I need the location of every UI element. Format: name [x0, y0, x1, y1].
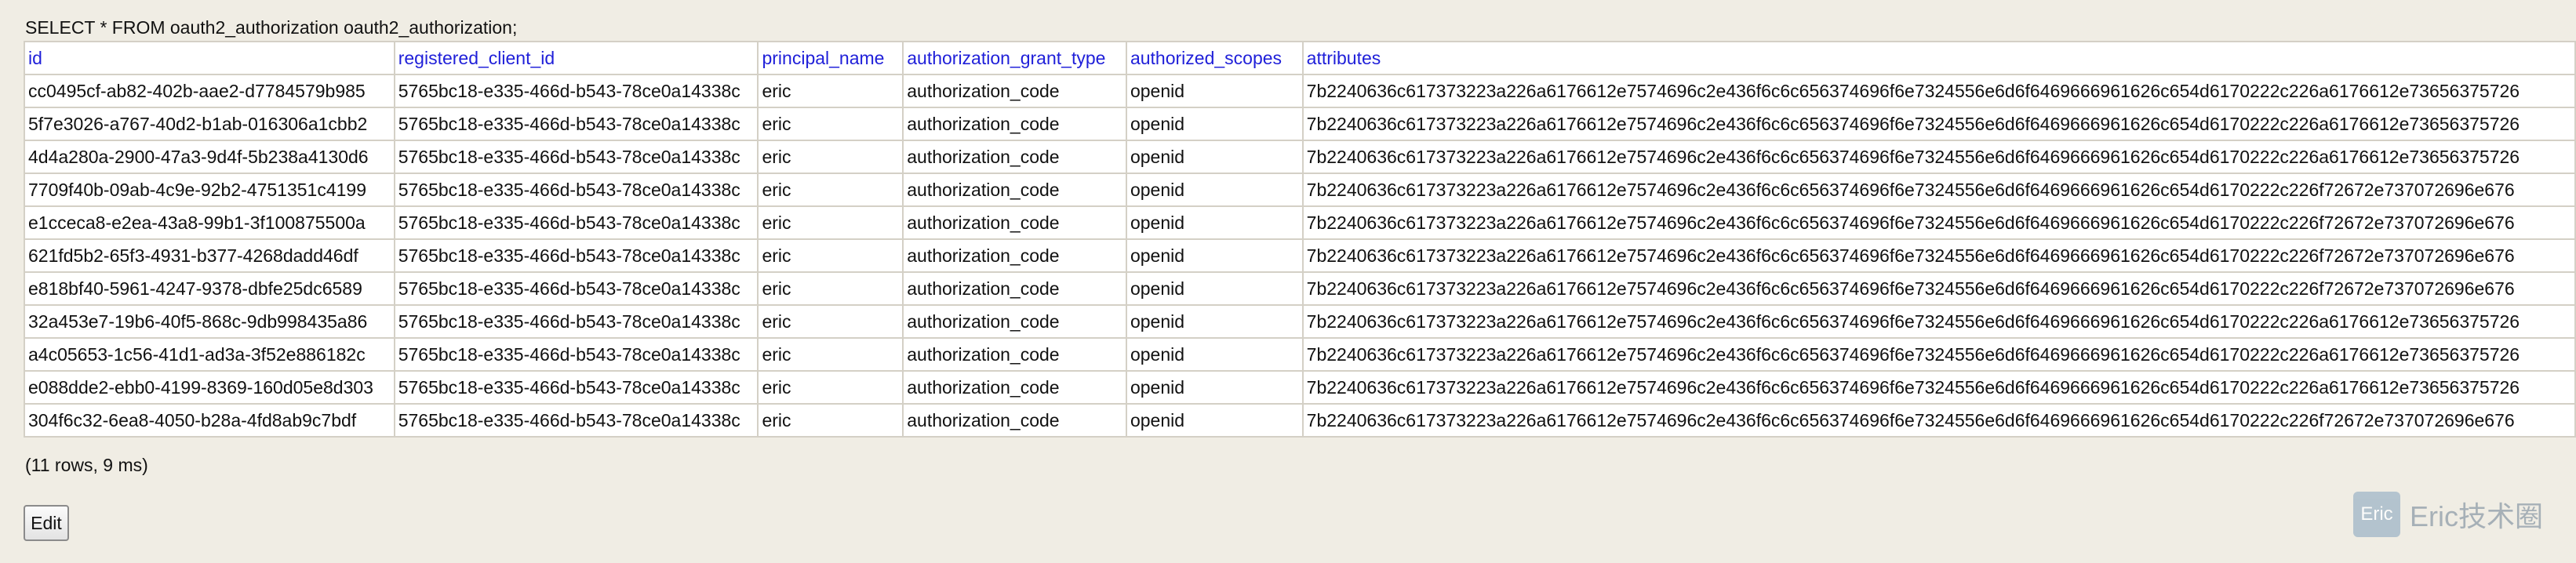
- cell-principal-name: eric: [757, 74, 904, 108]
- cell-authorization-grant-type: authorization_code: [902, 271, 1127, 306]
- table-row: e088dde2-ebb0-4199-8369-160d05e8d303 5765…: [24, 370, 2576, 405]
- cell-id: 7709f40b-09ab-4c9e-92b2-4751351c4199: [24, 173, 395, 207]
- cell-registered-client-id: 5765bc18-e335-466d-b543-78ce0a14338c: [393, 403, 759, 438]
- cell-authorization-grant-type: authorization_code: [902, 370, 1127, 405]
- cell-principal-name: eric: [757, 140, 904, 174]
- cell-registered-client-id: 5765bc18-e335-466d-b543-78ce0a14338c: [393, 173, 759, 207]
- cell-attributes: 7b2240636c617373223a226a6176612e7574696c…: [1301, 74, 2576, 108]
- table-row: 7709f40b-09ab-4c9e-92b2-4751351c4199 5765…: [24, 173, 2576, 207]
- cell-authorized-scopes: openid: [1125, 74, 1304, 108]
- column-header-principal-name[interactable]: principal_name: [757, 41, 904, 75]
- table-row: 32a453e7-19b6-40f5-868c-9db998435a86 5765…: [24, 304, 2576, 339]
- cell-principal-name: eric: [757, 107, 904, 141]
- cell-principal-name: eric: [757, 337, 904, 372]
- cell-principal-name: eric: [757, 304, 904, 339]
- cell-authorized-scopes: openid: [1125, 205, 1304, 240]
- cell-authorization-grant-type: authorization_code: [902, 107, 1127, 141]
- cell-authorization-grant-type: authorization_code: [902, 74, 1127, 108]
- cell-attributes: 7b2240636c617373223a226a6176612e7574696c…: [1301, 238, 2576, 273]
- column-header-attributes[interactable]: attributes: [1301, 41, 2576, 75]
- cell-attributes: 7b2240636c617373223a226a6176612e7574696c…: [1301, 271, 2576, 306]
- column-header-id[interactable]: id: [24, 41, 395, 75]
- cell-authorization-grant-type: authorization_code: [902, 173, 1127, 207]
- cell-authorized-scopes: openid: [1125, 140, 1304, 174]
- cell-registered-client-id: 5765bc18-e335-466d-b543-78ce0a14338c: [393, 271, 759, 306]
- cell-authorized-scopes: openid: [1125, 337, 1304, 372]
- cell-attributes: 7b2240636c617373223a226a6176612e7574696c…: [1301, 403, 2576, 438]
- cell-attributes: 7b2240636c617373223a226a6176612e7574696c…: [1301, 173, 2576, 207]
- cell-attributes: 7b2240636c617373223a226a6176612e7574696c…: [1301, 205, 2576, 240]
- cell-id: a4c05653-1c56-41d1-ad3a-3f52e886182c: [24, 337, 395, 372]
- cell-principal-name: eric: [757, 370, 904, 405]
- table-row: e1cceca8-e2ea-43a8-99b1-3f100875500a 5765…: [24, 205, 2576, 240]
- cell-id: cc0495cf-ab82-402b-aae2-d7784579b985: [24, 74, 395, 108]
- cell-id: 32a453e7-19b6-40f5-868c-9db998435a86: [24, 304, 395, 339]
- watermark: Eric Eric技术圈: [2353, 489, 2543, 539]
- table-row: cc0495cf-ab82-402b-aae2-d7784579b985 5765…: [24, 74, 2576, 108]
- cell-authorized-scopes: openid: [1125, 238, 1304, 273]
- table-header-row: id registered_client_id principal_name auth…: [24, 41, 2576, 75]
- cell-registered-client-id: 5765bc18-e335-466d-b543-78ce0a14338c: [393, 205, 759, 240]
- cell-id: 621fd5b2-65f3-4931-b377-4268dadd46df: [24, 238, 395, 273]
- table-row: 4d4a280a-2900-47a3-9d4f-5b238a4130d6 5765…: [24, 140, 2576, 174]
- table-row: 304f6c32-6ea8-4050-b28a-4fd8ab9c7bdf 5765…: [24, 403, 2576, 438]
- result-table: id registered_client_id principal_name auth…: [24, 41, 2576, 438]
- cell-authorization-grant-type: authorization_code: [902, 205, 1127, 240]
- cell-authorization-grant-type: authorization_code: [902, 304, 1127, 339]
- cell-authorized-scopes: openid: [1125, 403, 1304, 438]
- cell-attributes: 7b2240636c617373223a226a6176612e7574696c…: [1301, 140, 2576, 174]
- column-header-registered-client-id[interactable]: registered_client_id: [393, 41, 759, 75]
- cell-attributes: 7b2240636c617373223a226a6176612e7574696c…: [1301, 370, 2576, 405]
- cell-attributes: 7b2240636c617373223a226a6176612e7574696c…: [1301, 337, 2576, 372]
- cell-authorization-grant-type: authorization_code: [902, 238, 1127, 273]
- watermark-text: Eric技术圈: [2410, 500, 2543, 532]
- cell-principal-name: eric: [757, 173, 904, 207]
- cell-registered-client-id: 5765bc18-e335-466d-b543-78ce0a14338c: [393, 74, 759, 108]
- sql-query-text: SELECT * FROM oauth2_authorization oauth…: [25, 17, 518, 38]
- cell-registered-client-id: 5765bc18-e335-466d-b543-78ce0a14338c: [393, 370, 759, 405]
- cell-principal-name: eric: [757, 238, 904, 273]
- cell-registered-client-id: 5765bc18-e335-466d-b543-78ce0a14338c: [393, 304, 759, 339]
- column-header-authorization-grant-type[interactable]: authorization_grant_type: [902, 41, 1127, 75]
- cell-authorization-grant-type: authorization_code: [902, 337, 1127, 372]
- column-header-authorized-scopes[interactable]: authorized_scopes: [1125, 41, 1304, 75]
- cell-id: 4d4a280a-2900-47a3-9d4f-5b238a4130d6: [24, 140, 395, 174]
- cell-authorized-scopes: openid: [1125, 370, 1304, 405]
- table-row: 5f7e3026-a767-40d2-b1ab-016306a1cbb2 5765…: [24, 107, 2576, 141]
- cell-attributes: 7b2240636c617373223a226a6176612e7574696c…: [1301, 107, 2576, 141]
- result-grid: id registered_client_id principal_name auth…: [24, 41, 2576, 438]
- cell-registered-client-id: 5765bc18-e335-466d-b543-78ce0a14338c: [393, 107, 759, 141]
- cell-registered-client-id: 5765bc18-e335-466d-b543-78ce0a14338c: [393, 337, 759, 372]
- watermark-logo: Eric: [2353, 492, 2400, 537]
- cell-attributes: 7b2240636c617373223a226a6176612e7574696c…: [1301, 304, 2576, 339]
- cell-authorization-grant-type: authorization_code: [902, 403, 1127, 438]
- cell-principal-name: eric: [757, 403, 904, 438]
- cell-authorization-grant-type: authorization_code: [902, 140, 1127, 174]
- cell-authorized-scopes: openid: [1125, 107, 1304, 141]
- cell-registered-client-id: 5765bc18-e335-466d-b543-78ce0a14338c: [393, 140, 759, 174]
- cell-authorized-scopes: openid: [1125, 271, 1304, 306]
- cell-id: e818bf40-5961-4247-9378-dbfe25dc6589: [24, 271, 395, 306]
- table-row: e818bf40-5961-4247-9378-dbfe25dc6589 5765…: [24, 271, 2576, 306]
- table-body: cc0495cf-ab82-402b-aae2-d7784579b985 5765…: [24, 74, 2576, 438]
- table-row: a4c05653-1c56-41d1-ad3a-3f52e886182c 5765…: [24, 337, 2576, 372]
- row-count-status: (11 rows, 9 ms): [25, 455, 148, 475]
- cell-id: 5f7e3026-a767-40d2-b1ab-016306a1cbb2: [24, 107, 395, 141]
- cell-registered-client-id: 5765bc18-e335-466d-b543-78ce0a14338c: [393, 238, 759, 273]
- cell-id: e1cceca8-e2ea-43a8-99b1-3f100875500a: [24, 205, 395, 240]
- cell-principal-name: eric: [757, 271, 904, 306]
- cell-principal-name: eric: [757, 205, 904, 240]
- table-row: 621fd5b2-65f3-4931-b377-4268dadd46df 5765…: [24, 238, 2576, 273]
- cell-id: e088dde2-ebb0-4199-8369-160d05e8d303: [24, 370, 395, 405]
- edit-button[interactable]: Edit: [24, 505, 69, 541]
- cell-authorized-scopes: openid: [1125, 173, 1304, 207]
- cell-authorized-scopes: openid: [1125, 304, 1304, 339]
- cell-id: 304f6c32-6ea8-4050-b28a-4fd8ab9c7bdf: [24, 403, 395, 438]
